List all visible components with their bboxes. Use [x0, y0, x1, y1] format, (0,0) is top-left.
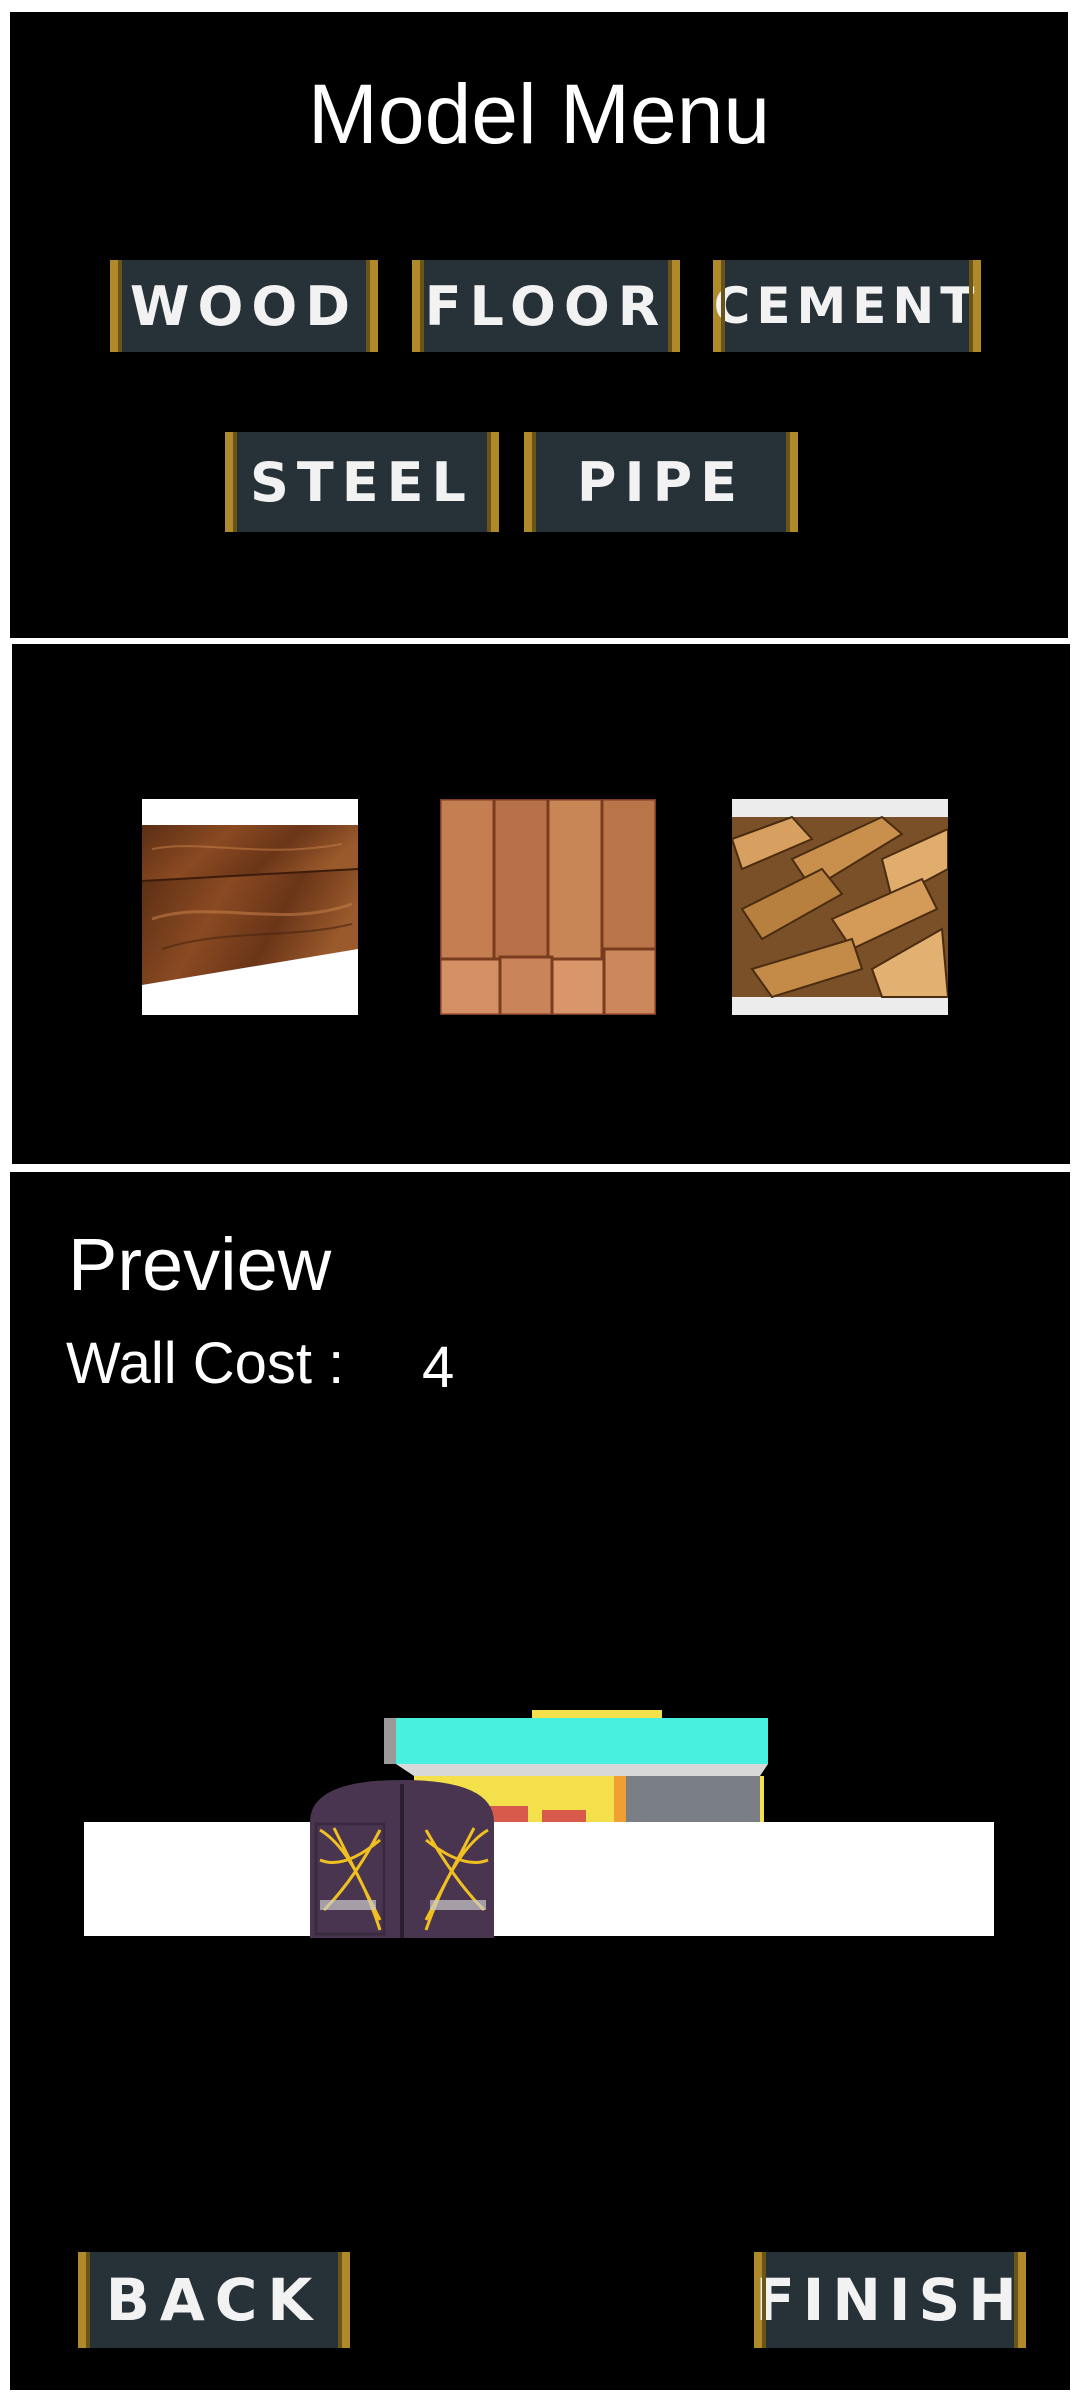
- wood-offcut-pile-sample[interactable]: [732, 799, 948, 1015]
- wood-button[interactable]: WOOD: [110, 260, 378, 352]
- floor-button[interactable]: FLOOR: [412, 260, 680, 352]
- wood-plank-image: [142, 799, 358, 1015]
- roof-eave: [396, 1764, 768, 1776]
- back-button[interactable]: BACK: [78, 2252, 350, 2348]
- menu-title: Model Menu: [307, 67, 771, 161]
- wood-beam-stack-sample[interactable]: [440, 799, 656, 1015]
- pipe-button[interactable]: PIPE: [524, 432, 798, 532]
- cement-button[interactable]: CEMENT: [713, 260, 981, 352]
- wood-beam-image: [440, 799, 656, 1015]
- wood-plank-sample[interactable]: [142, 799, 358, 1015]
- steel-button[interactable]: STEEL: [225, 432, 499, 532]
- wall-cost-label: Wall Cost :: [66, 1331, 345, 1396]
- preview-panel: Preview Wall Cost : 4 BACK FINISH: [10, 1172, 1070, 2390]
- boundary-wall: [84, 1822, 994, 1936]
- wall-cost-value: 4: [422, 1335, 455, 1400]
- material-samples-panel: [12, 644, 1070, 1164]
- roof: [396, 1718, 768, 1764]
- preview-title: Preview: [68, 1223, 332, 1306]
- model-menu-panel: Model Menu WOOD FLOOR CEMENT STEEL PIPE: [10, 12, 1068, 638]
- model-preview-scene: [84, 1710, 994, 1938]
- finish-button[interactable]: FINISH: [754, 2252, 1026, 2348]
- wood-offcut-image: [732, 799, 948, 1015]
